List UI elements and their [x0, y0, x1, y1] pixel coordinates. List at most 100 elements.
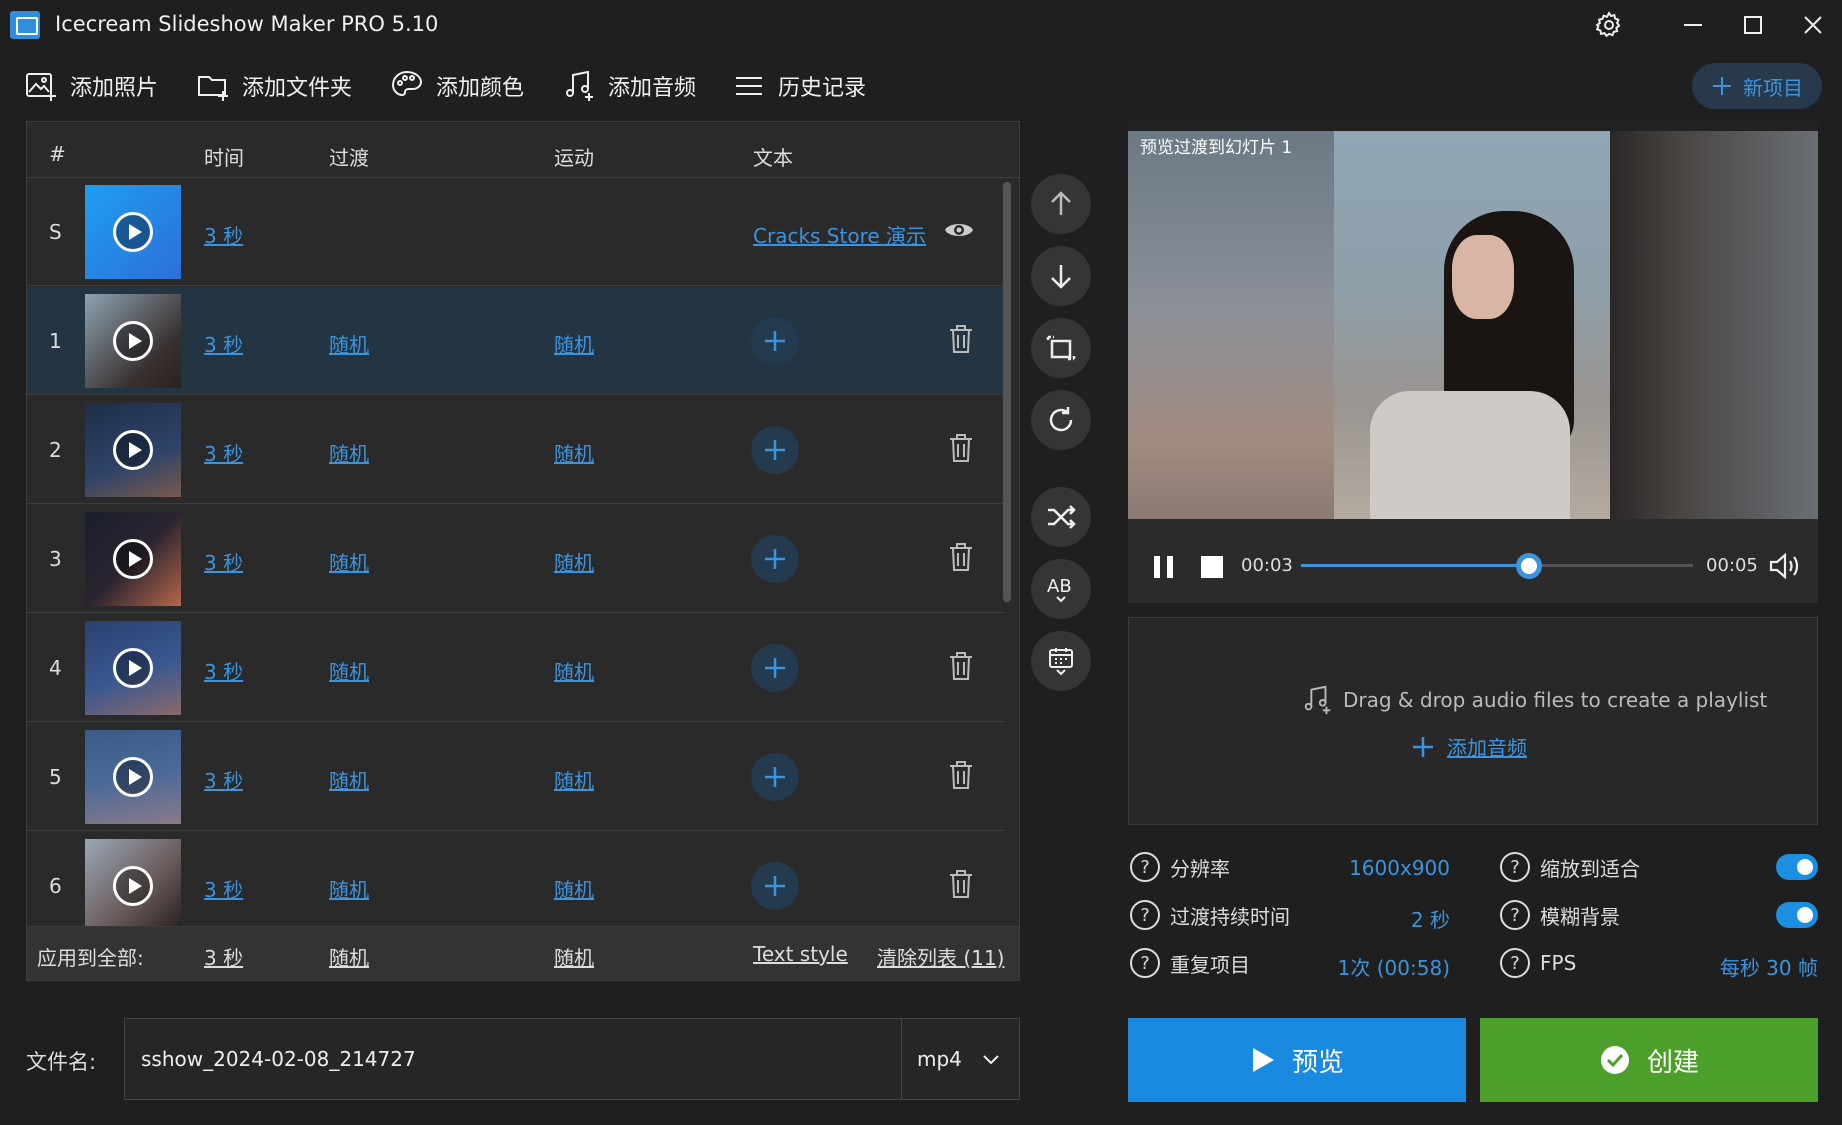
play-icon[interactable]	[113, 539, 153, 579]
add-folder-button[interactable]: 添加文件夹	[196, 66, 352, 106]
help-icon[interactable]: ?	[1130, 852, 1160, 882]
row-motion[interactable]: 随机	[554, 438, 594, 467]
add-color-button[interactable]: 添加颜色	[390, 66, 524, 106]
play-icon[interactable]	[113, 430, 153, 470]
add-text-button[interactable]	[751, 644, 799, 692]
text-style-link[interactable]: Text style	[753, 942, 848, 966]
row-text[interactable]: Cracks Store 演示	[753, 220, 926, 249]
help-icon[interactable]: ?	[1500, 852, 1530, 882]
table-row[interactable]: 1 3 秒 随机 随机	[27, 287, 1005, 395]
format-select[interactable]: mp4	[917, 1047, 962, 1071]
play-icon[interactable]	[113, 757, 153, 797]
trash-icon[interactable]	[947, 868, 975, 900]
slide-thumbnail[interactable]	[85, 403, 181, 497]
row-transition[interactable]: 随机	[329, 874, 369, 903]
clear-list-link[interactable]: 清除列表 (11)	[877, 942, 1004, 971]
table-row[interactable]: 6 3 秒 随机 随机	[27, 832, 1005, 926]
add-photos-button[interactable]: 添加照片	[24, 66, 158, 106]
eye-icon[interactable]	[943, 218, 975, 246]
trash-icon[interactable]	[947, 432, 975, 464]
slide-thumbnail[interactable]	[85, 839, 181, 926]
table-scrollbar[interactable]	[1003, 182, 1011, 602]
row-motion[interactable]: 随机	[554, 329, 594, 358]
row-duration[interactable]: 3 秒	[204, 220, 243, 249]
move-up-button[interactable]	[1031, 174, 1091, 234]
row-transition[interactable]: 随机	[329, 329, 369, 358]
trash-icon[interactable]	[947, 650, 975, 682]
blur-toggle[interactable]	[1776, 902, 1818, 928]
add-audio-link[interactable]: 添加音频	[1411, 732, 1527, 761]
add-text-button[interactable]	[751, 535, 799, 583]
slide-thumbnail[interactable]	[85, 621, 181, 715]
filename-input[interactable]: sshow_2024-02-08_214727	[141, 1047, 416, 1071]
audio-drop-zone[interactable]: Drag & drop audio files to create a play…	[1128, 617, 1818, 825]
row-duration[interactable]: 3 秒	[204, 329, 243, 358]
create-button[interactable]: 创建	[1480, 1018, 1818, 1102]
apply-all-transition[interactable]: 随机	[329, 942, 369, 971]
stop-icon[interactable]	[1198, 553, 1226, 585]
help-icon[interactable]: ?	[1500, 948, 1530, 978]
sort-by-name-button[interactable]: AB	[1031, 559, 1091, 619]
volume-icon[interactable]	[1768, 551, 1802, 585]
row-duration[interactable]: 3 秒	[204, 874, 243, 903]
chevron-down-icon[interactable]	[981, 1049, 1001, 1069]
apply-all-duration[interactable]: 3 秒	[204, 942, 243, 971]
trash-icon[interactable]	[947, 759, 975, 791]
row-motion[interactable]: 随机	[554, 547, 594, 576]
transition-duration-value[interactable]: 2 秒	[1300, 904, 1450, 933]
row-motion[interactable]: 随机	[554, 874, 594, 903]
row-transition[interactable]: 随机	[329, 765, 369, 794]
sort-by-date-button[interactable]	[1031, 631, 1091, 691]
settings-gear-icon[interactable]	[1592, 8, 1626, 42]
play-icon[interactable]	[113, 321, 153, 361]
play-icon[interactable]	[113, 648, 153, 688]
preview-button[interactable]: 预览	[1128, 1018, 1466, 1102]
row-motion[interactable]: 随机	[554, 656, 594, 685]
resolution-value[interactable]: 1600x900	[1300, 856, 1450, 880]
crop-button[interactable]	[1031, 318, 1091, 378]
apply-all-motion[interactable]: 随机	[554, 942, 594, 971]
row-transition[interactable]: 随机	[329, 438, 369, 467]
row-transition[interactable]: 随机	[329, 547, 369, 576]
help-icon[interactable]: ?	[1130, 900, 1160, 930]
close-button[interactable]	[1796, 8, 1830, 42]
table-row[interactable]: 4 3 秒 随机 随机	[27, 614, 1005, 722]
slide-thumbnail[interactable]	[85, 294, 181, 388]
row-duration[interactable]: 3 秒	[204, 765, 243, 794]
row-motion[interactable]: 随机	[554, 765, 594, 794]
trash-icon[interactable]	[947, 323, 975, 355]
filename-field[interactable]: sshow_2024-02-08_214727 mp4	[124, 1018, 1020, 1100]
move-down-button[interactable]	[1031, 246, 1091, 306]
fps-value[interactable]: 每秒 30 帧	[1660, 952, 1818, 981]
add-audio-button[interactable]: 添加音频	[562, 66, 696, 106]
help-icon[interactable]: ?	[1500, 900, 1530, 930]
slide-thumbnail[interactable]	[85, 512, 181, 606]
help-icon[interactable]: ?	[1130, 948, 1160, 978]
table-row[interactable]: S 3 秒 Cracks Store 演示	[27, 178, 1005, 286]
repeat-value[interactable]: 1次 (00:58)	[1300, 952, 1450, 981]
trash-icon[interactable]	[947, 541, 975, 573]
play-icon[interactable]	[113, 212, 153, 252]
row-duration[interactable]: 3 秒	[204, 656, 243, 685]
add-text-button[interactable]	[751, 317, 799, 365]
history-button[interactable]: 历史记录	[732, 66, 866, 106]
rotate-button[interactable]	[1031, 390, 1091, 450]
add-text-button[interactable]	[751, 862, 799, 910]
fit-toggle[interactable]	[1776, 854, 1818, 880]
table-row[interactable]: 3 3 秒 随机 随机	[27, 505, 1005, 613]
shuffle-button[interactable]	[1031, 487, 1091, 547]
row-duration[interactable]: 3 秒	[204, 438, 243, 467]
add-text-button[interactable]	[751, 426, 799, 474]
seek-handle[interactable]	[1516, 553, 1542, 579]
maximize-button[interactable]	[1736, 8, 1770, 42]
row-duration[interactable]: 3 秒	[204, 547, 243, 576]
row-transition[interactable]: 随机	[329, 656, 369, 685]
add-text-button[interactable]	[751, 753, 799, 801]
minimize-button[interactable]	[1676, 8, 1710, 42]
play-icon[interactable]	[113, 866, 153, 906]
slide-thumbnail[interactable]	[85, 185, 181, 279]
table-row[interactable]: 2 3 秒 随机 随机	[27, 396, 1005, 504]
table-row[interactable]: 5 3 秒 随机 随机	[27, 723, 1005, 831]
slide-thumbnail[interactable]	[85, 730, 181, 824]
new-project-button[interactable]: 新项目	[1692, 63, 1822, 109]
